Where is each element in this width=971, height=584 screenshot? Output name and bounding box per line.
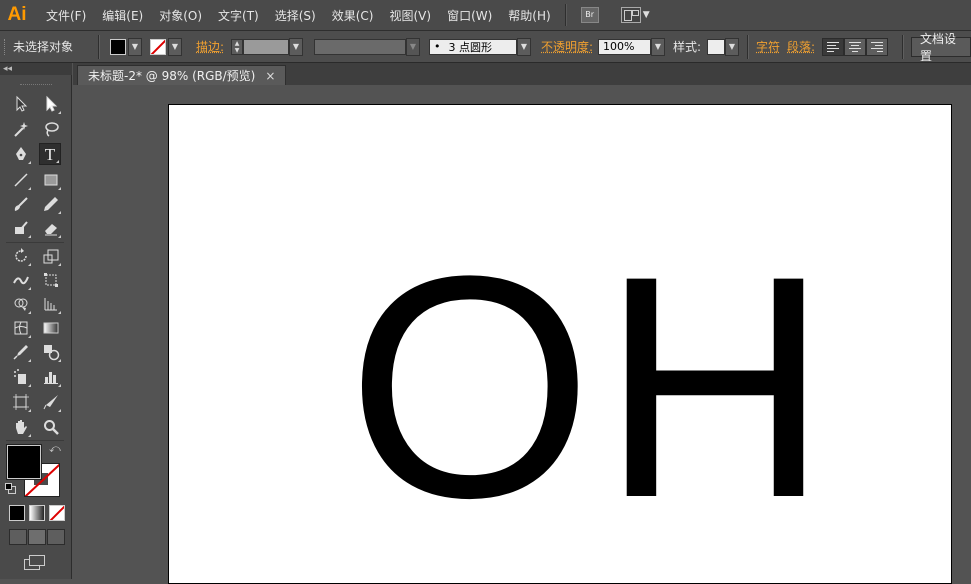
character-panel-link[interactable]: 字符: [756, 38, 780, 55]
menu-effect[interactable]: 效果(C): [332, 7, 374, 24]
tools-panel-collapse[interactable]: ◂◂: [0, 63, 72, 75]
canvas-area[interactable]: OH: [73, 85, 971, 584]
paintbrush-tool-icon[interactable]: [10, 193, 32, 215]
variable-width-profile[interactable]: [314, 38, 406, 55]
workspace-caret-icon[interactable]: ▼: [643, 10, 650, 20]
lasso-tool-icon[interactable]: [40, 118, 62, 140]
menu-edit[interactable]: 编辑(E): [102, 7, 143, 24]
tool-divider: [6, 242, 64, 243]
align-left-button[interactable]: [822, 37, 844, 56]
document-tab-bar: 未标题-2* @ 98% (RGB/预览) ×: [73, 63, 971, 85]
menu-select[interactable]: 选择(S): [275, 7, 316, 24]
app-logo: Ai: [7, 4, 27, 25]
document-tab-title: 未标题-2* @ 98% (RGB/预览): [88, 69, 256, 83]
stroke-label[interactable]: 描边:: [196, 38, 224, 55]
menu-window[interactable]: 窗口(W): [447, 7, 492, 24]
stroke-weight-dropdown-icon[interactable]: ▼: [289, 37, 303, 56]
profile-dropdown-icon[interactable]: ▼: [406, 37, 420, 56]
hand-tool-icon[interactable]: [10, 416, 32, 438]
default-colors-icon[interactable]: [5, 483, 16, 494]
menu-view[interactable]: 视图(V): [389, 7, 431, 24]
align-right-button[interactable]: [866, 37, 888, 56]
workspace-switcher-icon[interactable]: [620, 7, 641, 23]
brush-dot-icon: •: [434, 40, 441, 53]
bridge-button[interactable]: Br: [580, 7, 599, 23]
gradient-mode-button[interactable]: [29, 505, 45, 521]
artboard-text[interactable]: OH: [347, 229, 837, 545]
none-slash-icon: [50, 506, 64, 520]
brush-definition-value: 3 点圆形: [448, 40, 493, 54]
stroke-dropdown-icon[interactable]: ▼: [168, 37, 182, 56]
blend-tool-icon[interactable]: [40, 341, 62, 363]
close-tab-icon[interactable]: ×: [265, 69, 275, 83]
column-graph-tool-icon[interactable]: [40, 366, 62, 388]
slice-tool-icon[interactable]: [40, 391, 62, 413]
divider: [902, 34, 904, 59]
eyedropper-tool-icon[interactable]: [10, 341, 32, 363]
rotate-tool-icon[interactable]: [10, 245, 32, 267]
width-tool-icon[interactable]: [10, 269, 32, 291]
screen-mode-icon[interactable]: [24, 555, 45, 570]
artboard[interactable]: OH: [168, 104, 952, 584]
perspective-grid-tool-icon[interactable]: [40, 293, 62, 315]
draw-normal-icon[interactable]: [9, 529, 27, 545]
zoom-tool-icon[interactable]: [40, 416, 62, 438]
divider: [98, 34, 100, 59]
eraser-tool-icon[interactable]: [40, 217, 62, 239]
fill-color-swatch[interactable]: [110, 38, 126, 55]
draw-inside-icon[interactable]: [47, 529, 65, 545]
brush-dropdown-icon[interactable]: ▼: [517, 37, 531, 56]
blob-brush-tool-icon[interactable]: [10, 217, 32, 239]
menu-file[interactable]: 文件(F): [46, 7, 86, 24]
brush-definition-field[interactable]: • 3 点圆形: [429, 38, 517, 55]
swap-fill-stroke-icon[interactable]: ⤺: [49, 442, 61, 456]
tool-divider: [6, 440, 64, 441]
magic-wand-tool-icon[interactable]: [10, 118, 32, 140]
divider: [747, 34, 749, 59]
free-transform-tool-icon[interactable]: [40, 269, 62, 291]
paragraph-panel-link[interactable]: 段落:: [787, 38, 815, 55]
graphic-style-swatch[interactable]: [707, 38, 725, 55]
menu-object[interactable]: 对象(O): [159, 7, 202, 24]
stroke-color-swatch[interactable]: [150, 38, 166, 55]
document-setup-button[interactable]: 文档设置: [911, 32, 971, 63]
menu-type[interactable]: 文字(T): [218, 7, 259, 24]
symbol-sprayer-tool-icon[interactable]: [10, 366, 32, 388]
none-mode-button[interactable]: [49, 505, 65, 521]
tools-panel: T ⤺: [0, 75, 72, 579]
fill-color-box[interactable]: [7, 445, 41, 479]
style-label: 样式:: [673, 40, 702, 54]
menu-separator: [564, 4, 567, 26]
control-grip: [4, 38, 8, 55]
opacity-field[interactable]: 100%: [598, 38, 651, 55]
style-dropdown-icon[interactable]: ▼: [725, 37, 739, 56]
draw-behind-icon[interactable]: [28, 529, 46, 545]
scale-tool-icon[interactable]: [40, 245, 62, 267]
tools-grip: [20, 84, 52, 87]
stroke-weight-field[interactable]: [243, 38, 289, 55]
selection-tool-icon[interactable]: [10, 93, 32, 115]
document-tab[interactable]: 未标题-2* @ 98% (RGB/预览) ×: [77, 65, 287, 85]
align-center-button[interactable]: [844, 37, 866, 56]
selection-status: 未选择对象: [13, 40, 74, 54]
type-tool-icon[interactable]: T: [39, 143, 61, 165]
mesh-tool-icon[interactable]: [10, 317, 32, 339]
menu-help[interactable]: 帮助(H): [508, 7, 550, 24]
menu-bar: Ai 文件(F) 编辑(E) 对象(O) 文字(T) 选择(S) 效果(C) 视…: [0, 0, 971, 31]
direct-selection-tool-icon[interactable]: [40, 93, 62, 115]
stroke-weight-stepper[interactable]: ▲ ▼: [231, 38, 243, 55]
shape-builder-tool-icon[interactable]: [10, 293, 32, 315]
artboard-tool-icon[interactable]: [10, 391, 32, 413]
opacity-dropdown-icon[interactable]: ▼: [651, 37, 665, 56]
opacity-label[interactable]: 不透明度:: [541, 38, 593, 55]
line-segment-tool-icon[interactable]: [10, 169, 32, 191]
control-bar: 未选择对象 ▼ ▼ 描边: ▲ ▼ ▼ ▼ • 3 点圆形 ▼ 不透明度: 100…: [0, 31, 971, 63]
color-mode-button[interactable]: [9, 505, 25, 521]
pen-tool-icon[interactable]: [10, 143, 32, 165]
fill-dropdown-icon[interactable]: ▼: [128, 37, 142, 56]
gradient-tool-icon[interactable]: [40, 317, 62, 339]
rectangle-tool-icon[interactable]: [40, 169, 62, 191]
svg-text:T: T: [45, 145, 56, 163]
pencil-tool-icon[interactable]: [40, 193, 62, 215]
